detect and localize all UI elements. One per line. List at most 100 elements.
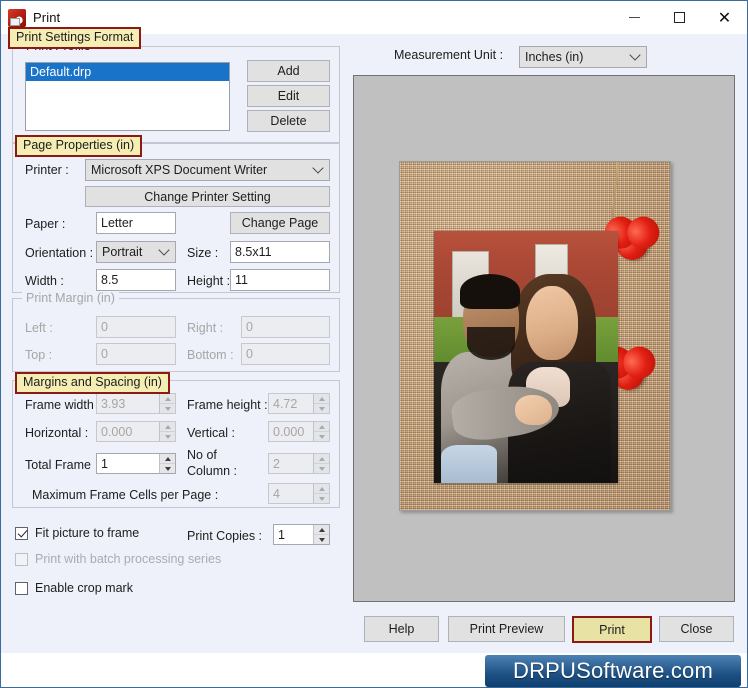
tab-print-settings-format[interactable]: Print Settings Format	[8, 27, 142, 49]
chevron-down-icon	[631, 51, 640, 60]
print-preview-panel[interactable]	[353, 75, 735, 602]
vertical-value: 0.000	[273, 424, 305, 439]
size-input[interactable]	[230, 241, 330, 263]
checkbox-icon	[15, 552, 28, 566]
change-printer-setting-button[interactable]: Change Printer Setting	[85, 186, 330, 207]
stepper-down-icon	[314, 432, 329, 441]
width-input[interactable]	[96, 269, 176, 291]
vertical-label: Vertical :	[187, 426, 235, 440]
tab-page-properties[interactable]: Page Properties (in)	[15, 135, 143, 157]
minimize-button[interactable]	[612, 1, 657, 34]
print-copies-stepper[interactable]: 1	[273, 524, 330, 545]
preview-photo	[434, 231, 618, 483]
close-button[interactable]: ✕	[702, 1, 747, 34]
photo-jeans	[441, 445, 497, 483]
stepper-buttons	[313, 394, 329, 413]
print-copies-label: Print Copies :	[187, 529, 263, 543]
photo-woman-head	[526, 286, 578, 360]
horizontal-value: 0.000	[101, 424, 133, 439]
enable-crop-mark-label: Enable crop mark	[35, 581, 133, 595]
chevron-down-icon	[314, 164, 323, 173]
checkbox-icon[interactable]	[15, 526, 28, 540]
horizontal-label: Horizontal :	[25, 426, 89, 440]
margin-left-input	[96, 316, 176, 338]
maximize-button[interactable]	[657, 1, 702, 34]
measurement-unit-label: Measurement Unit :	[394, 48, 504, 62]
stepper-down-icon[interactable]	[160, 464, 175, 473]
height-input[interactable]	[230, 269, 330, 291]
dialog-button-bar: Help Print Preview Print Close	[1, 606, 747, 651]
print-profile-listbox[interactable]: Default.drp	[25, 62, 230, 131]
frame-height-value: 4.72	[273, 396, 298, 411]
stepper-down-icon	[160, 404, 175, 413]
printer-select[interactable]: Microsoft XPS Document Writer	[85, 159, 330, 181]
no-of-column-value: 2	[273, 456, 280, 471]
delete-profile-button[interactable]: Delete	[247, 110, 330, 132]
watermark-banner: DRPUSoftware.com	[485, 655, 741, 687]
chevron-down-icon	[160, 246, 169, 255]
stepper-up-icon	[314, 454, 329, 464]
tab-margins-and-spacing[interactable]: Margins and Spacing (in)	[15, 372, 170, 394]
stepper-up-icon	[314, 394, 329, 404]
print-batch-series-checkbox: Print with batch processing series	[15, 552, 221, 566]
orientation-select[interactable]: Portrait	[96, 241, 176, 263]
checkbox-icon[interactable]	[15, 581, 28, 595]
stepper-up-icon	[314, 422, 329, 432]
max-frame-cells-value: 4	[273, 486, 280, 501]
frame-width-stepper: 3.93	[96, 393, 176, 414]
no-of-column-label-line2: Column :	[187, 464, 238, 478]
measurement-unit-select[interactable]: Inches (in)	[519, 46, 647, 68]
paper-input[interactable]	[96, 212, 176, 234]
stepper-up-icon[interactable]	[160, 454, 175, 464]
no-of-column-label-line1: No of	[187, 448, 217, 462]
stepper-down-icon	[314, 464, 329, 473]
preview-page-sheet	[399, 161, 671, 511]
frame-width-value: 3.93	[101, 396, 126, 411]
total-frame-label: Total Frame	[25, 458, 91, 472]
frame-height-label: Frame height :	[187, 398, 268, 412]
change-page-button[interactable]: Change Page	[230, 212, 330, 234]
size-label: Size :	[187, 246, 219, 260]
stepper-up-icon	[160, 394, 175, 404]
margin-top-input	[96, 343, 176, 365]
print-preview-button[interactable]: Print Preview	[448, 616, 565, 642]
minimize-icon	[629, 17, 640, 18]
footer-bar: DRPUSoftware.com	[1, 653, 747, 687]
stepper-buttons	[159, 394, 175, 413]
photo-man-beard	[467, 326, 515, 360]
settings-pane: Print Settings Format Print Profile Defa…	[1, 27, 351, 687]
width-label: Width :	[25, 274, 64, 288]
print-copies-value[interactable]: 1	[274, 525, 313, 544]
margin-bottom-label: Bottom :	[187, 348, 234, 362]
photo-hands	[514, 394, 552, 426]
heart-decoration-top	[609, 221, 655, 267]
stepper-buttons[interactable]	[159, 454, 175, 473]
edit-profile-button[interactable]: Edit	[247, 85, 330, 107]
total-frame-value[interactable]: 1	[97, 454, 159, 473]
stepper-up-icon[interactable]	[314, 525, 329, 535]
margin-right-label: Right :	[187, 321, 224, 335]
stepper-down-icon	[314, 494, 329, 503]
measurement-unit-value: Inches (in)	[525, 50, 584, 64]
help-button[interactable]: Help	[364, 616, 439, 642]
add-profile-button[interactable]: Add	[247, 60, 330, 82]
stepper-up-icon	[314, 484, 329, 494]
photo-man-hair	[459, 273, 521, 310]
total-frame-stepper[interactable]: 1	[96, 453, 176, 474]
list-item[interactable]: Default.drp	[26, 63, 229, 81]
max-frame-cells-label: Maximum Frame Cells per Page :	[32, 488, 219, 502]
margin-top-label: Top :	[25, 348, 53, 362]
close-button-bottom[interactable]: Close	[659, 616, 734, 642]
window-title: Print	[33, 10, 61, 25]
app-icon	[8, 8, 26, 27]
margin-left-label: Left :	[25, 321, 53, 335]
enable-crop-mark-checkbox[interactable]: Enable crop mark	[15, 581, 133, 595]
print-button[interactable]: Print	[572, 616, 652, 643]
stepper-down-icon	[314, 404, 329, 413]
stepper-buttons[interactable]	[313, 525, 329, 544]
stepper-down-icon[interactable]	[314, 535, 329, 544]
maximize-icon	[674, 12, 685, 23]
fit-picture-to-frame-checkbox[interactable]: Fit picture to frame	[15, 526, 139, 540]
height-label: Height :	[187, 274, 231, 288]
stepper-up-icon	[160, 422, 175, 432]
